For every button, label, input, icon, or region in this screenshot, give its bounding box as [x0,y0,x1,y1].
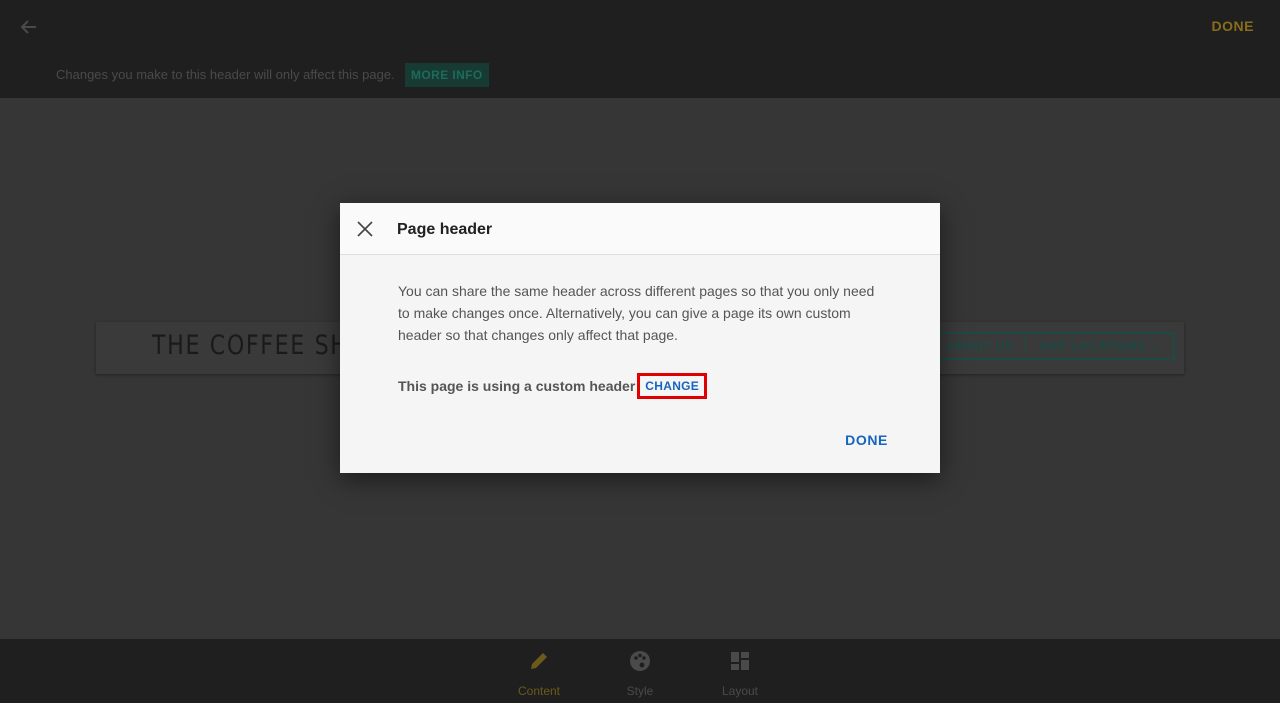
header-status-text: This page is using a custom header [398,378,636,394]
toolbar-label: Layout [721,684,759,698]
header-status: This page is using a custom header CHANG… [398,373,708,399]
back-arrow-icon[interactable] [16,14,42,40]
site-nav: ABOUT US OUR LOCATIONS ⌄ [932,332,1175,360]
info-bar: Changes you make to this header will onl… [0,54,1280,98]
page-header-dialog: Page header You can share the same heade… [340,203,940,473]
bottom-toolbar: Content Style Layout [0,639,1280,703]
change-button[interactable]: CHANGE [637,373,708,399]
nav-item-about-us[interactable]: ABOUT US [934,339,1025,353]
top-done-button[interactable]: DONE [1212,18,1254,34]
dialog-description: You can share the same header across dif… [398,283,875,343]
chevron-down-icon: ⌄ [1149,339,1161,353]
toolbar-layout[interactable]: Layout [700,649,780,698]
nav-item-label: OUR LOCATIONS [1038,339,1147,353]
pencil-icon [527,649,551,678]
more-info-button[interactable]: MORE INFO [405,63,489,87]
toolbar-label: Content [517,684,561,698]
palette-icon [628,649,652,678]
close-icon[interactable] [354,218,376,240]
dialog-header: Page header [340,203,940,255]
info-text: Changes you make to this header will onl… [56,67,395,82]
toolbar-style[interactable]: Style [600,649,680,698]
layout-icon [728,649,752,678]
nav-item-our-locations[interactable]: OUR LOCATIONS ⌄ [1026,339,1172,353]
toolbar-content[interactable]: Content [499,649,579,698]
toolbar-label: Style [626,684,654,698]
dialog-done-button[interactable]: DONE [845,432,888,448]
dialog-title: Page header [397,221,493,238]
top-bar: DONE [0,0,1280,54]
